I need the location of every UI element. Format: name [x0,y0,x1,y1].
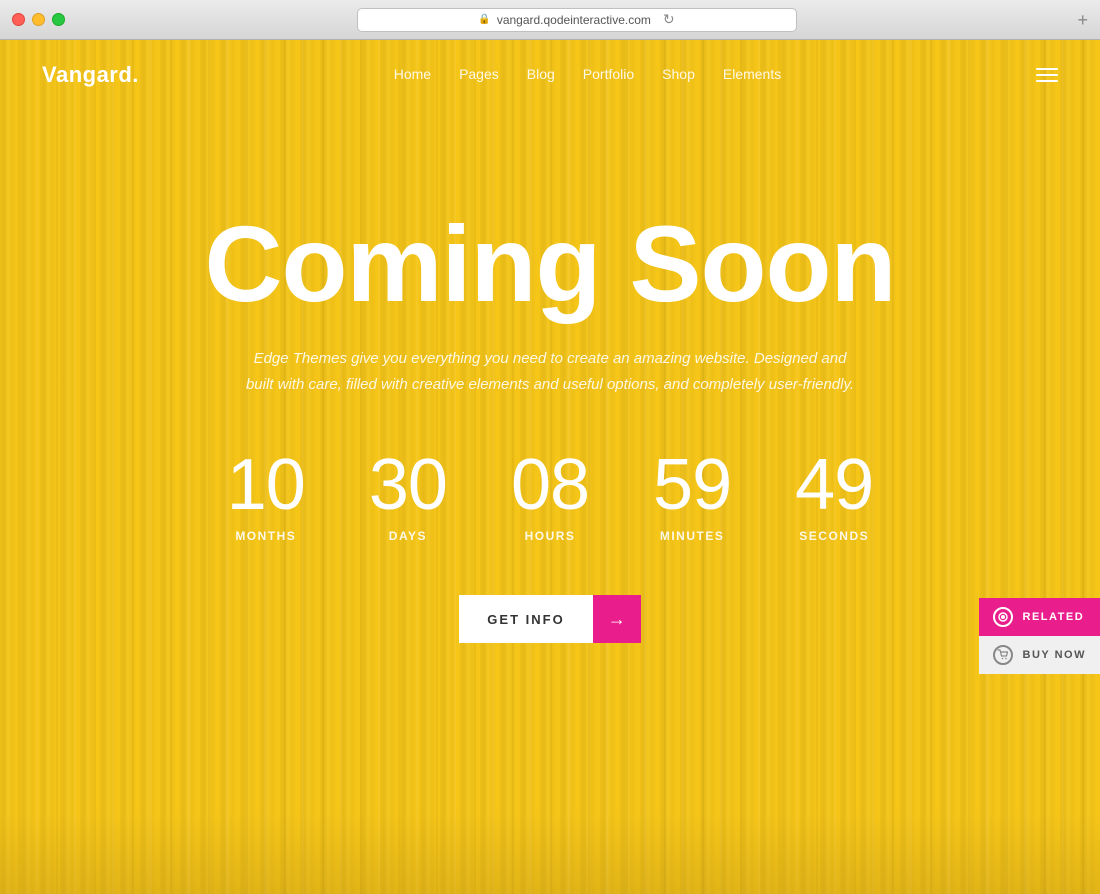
countdown-seconds: 49 Seconds [795,449,873,543]
url-bar[interactable]: 🔒 vangard.qodeinteractive.com ↻ [357,8,797,32]
buy-now-widget[interactable]: BUY NOW [979,636,1100,674]
nav-links: Home Pages Blog Portfolio Shop Elements [394,66,782,84]
minimize-button[interactable] [32,13,45,26]
nav-item-portfolio[interactable]: Portfolio [583,66,634,84]
site-logo[interactable]: Vangard. [42,62,139,88]
nav-item-blog[interactable]: Blog [527,66,555,84]
related-widget[interactable]: RELATED [979,598,1100,636]
navbar: Vangard. Home Pages Blog Portfolio Shop … [0,40,1100,110]
website-container: Vangard. Home Pages Blog Portfolio Shop … [0,40,1100,894]
months-number: 10 [227,449,305,521]
related-label: RELATED [1023,611,1085,623]
bottom-overlay [0,814,1100,894]
browser-chrome: 🔒 vangard.qodeinteractive.com ↻ + [0,0,1100,40]
countdown-days: 30 Days [369,449,447,543]
buy-now-label: BUY NOW [1023,649,1086,661]
hamburger-menu[interactable] [1036,68,1058,82]
hero-subtitle: Edge Themes give you everything you need… [240,346,860,397]
nav-item-elements[interactable]: Elements [723,66,781,84]
lock-icon: 🔒 [478,14,490,25]
hero-section: Coming Soon Edge Themes give you everyth… [0,110,1100,643]
add-tab-button[interactable]: + [1077,11,1088,29]
nav-item-pages[interactable]: Pages [459,66,499,84]
seconds-label: Seconds [795,529,873,543]
hero-title: Coming Soon [0,210,1100,318]
hours-number: 08 [511,449,589,521]
cart-icon [993,645,1013,665]
days-label: Days [369,529,447,543]
get-info-button[interactable]: GET INFO [459,595,592,643]
countdown-hours: 08 Hours [511,449,589,543]
months-label: Months [227,529,305,543]
related-icon [993,607,1013,627]
cta-arrow-button[interactable]: → [593,595,641,643]
traffic-lights [12,13,65,26]
maximize-button[interactable] [52,13,65,26]
minutes-number: 59 [653,449,731,521]
close-button[interactable] [12,13,25,26]
seconds-number: 49 [795,449,873,521]
days-number: 30 [369,449,447,521]
countdown-timer: 10 Months 30 Days 08 Hours 59 Minutes 49… [0,449,1100,543]
countdown-minutes: 59 Minutes [653,449,731,543]
minutes-label: Minutes [653,529,731,543]
url-text: vangard.qodeinteractive.com [497,13,651,27]
nav-item-shop[interactable]: Shop [662,66,695,84]
refresh-icon[interactable]: ↻ [663,11,675,28]
side-widgets: RELATED BUY NOW [979,598,1100,674]
countdown-months: 10 Months [227,449,305,543]
hours-label: Hours [511,529,589,543]
nav-item-home[interactable]: Home [394,66,431,84]
cta-area: GET INFO → [0,595,1100,643]
